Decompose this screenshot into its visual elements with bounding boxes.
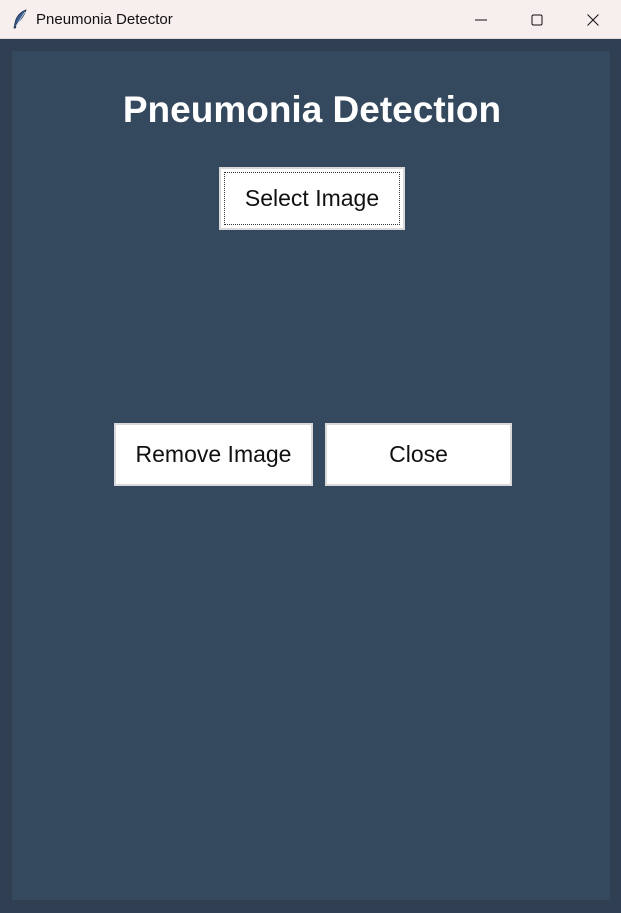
- close-label: Close: [389, 441, 448, 467]
- select-image-label: Select Image: [244, 185, 380, 211]
- minimize-button[interactable]: [453, 0, 509, 39]
- remove-image-button[interactable]: Remove Image: [114, 423, 313, 486]
- feather-icon: [13, 9, 27, 29]
- close-button[interactable]: Close: [325, 423, 512, 486]
- remove-image-label: Remove Image: [135, 441, 292, 467]
- page-title: Pneumonia Detection: [122, 89, 502, 130]
- title-bar[interactable]: Pneumonia Detector: [0, 0, 621, 39]
- select-image-button[interactable]: Select Image: [219, 167, 405, 230]
- close-window-button[interactable]: [565, 0, 621, 39]
- minimize-icon: [475, 19, 487, 20]
- app-window: Pneumonia Detector Pneumonia Detection S…: [0, 0, 621, 913]
- window-title: Pneumonia Detector: [36, 11, 173, 28]
- maximize-icon: [531, 14, 543, 25]
- maximize-button[interactable]: [509, 0, 565, 39]
- close-icon: [587, 13, 599, 26]
